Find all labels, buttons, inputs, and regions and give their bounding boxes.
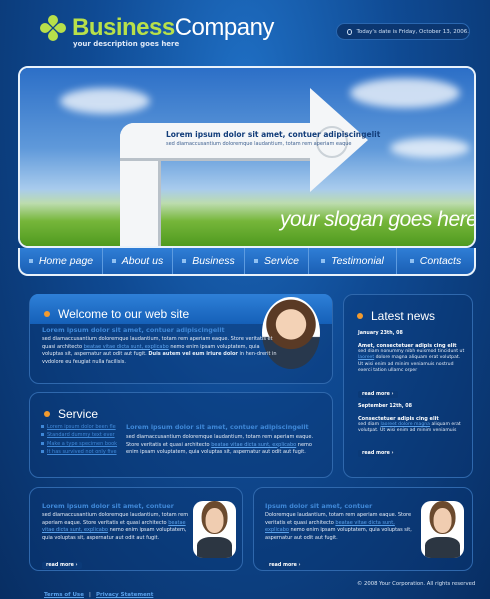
square-bullet-icon (41, 433, 44, 437)
bottom-left-person-image (193, 501, 236, 558)
main-nav: Home page About us Business Service Test… (18, 248, 476, 276)
welcome-lead: Lorem ipsum dolor sit amet, contuer adip… (42, 326, 225, 334)
news-link[interactable]: laoreet dolore magna (381, 422, 430, 427)
news-text2: dolore magna aliquam erat volutpat. Ut w… (358, 355, 461, 373)
bottom-right-lead: Ipsum dolor sit amet, contuer (265, 502, 373, 510)
service-link[interactable]: beatae vitae dicta sunt, explicabo (211, 442, 296, 448)
clock-icon (347, 28, 352, 35)
hero-title: Lorem ipsum dolor sit amet, contuer adip… (166, 130, 381, 139)
bottom-right-text: Doloremque laudantium, totam rem aperiam… (265, 512, 417, 542)
hero-banner: Lorem ipsum dolor sit amet, contuer adip… (18, 66, 476, 248)
hero-subtitle: sed diamaccusantium doloremque laudantiu… (166, 141, 352, 147)
read-more-label: read more (269, 563, 297, 568)
tagline: your description goes here (73, 40, 180, 48)
nav-bullet-icon (28, 259, 33, 263)
service-title: Service (58, 407, 99, 421)
nav-bullet-icon (409, 259, 414, 263)
footer-links: Terms of Use | Privacy Statement (44, 581, 153, 599)
service-list: Lorem ipsum dolor been fle Standard dumm… (41, 423, 121, 457)
news-text: sed diam laoreet dolore magna aliquam er… (358, 422, 466, 435)
welcome-heading: Welcome to our web site (44, 303, 189, 322)
welcome-title: Welcome to our web site (58, 307, 190, 321)
bottom-left-text: sed diamaccusantium doloremque laudantiu… (42, 512, 190, 542)
date-text: Today's date is Friday, October 13, 2006… (356, 28, 470, 35)
orange-bullet-icon (44, 310, 50, 317)
orange-bullet-icon (357, 312, 363, 319)
nav-bullet-icon (253, 259, 258, 263)
nav-label: Home page (38, 255, 94, 267)
read-more-label: read more (362, 392, 390, 398)
news-link[interactable]: laoreet (358, 355, 374, 360)
service-lead: Lorem ipsum dolor sit amet, contuer adip… (126, 423, 309, 431)
service-list-label: Make a type specimen book (47, 440, 118, 447)
service-list-label: Standard dummy text ever (47, 432, 115, 439)
orange-bullet-icon (44, 410, 50, 417)
service-list-label: It has survived not only five (47, 449, 117, 456)
square-bullet-icon (41, 450, 44, 454)
service-text: sed diamaccusantium doloremque laudantiu… (126, 434, 326, 457)
nav-home-page[interactable]: Home page (20, 248, 102, 274)
news-date: September 12th, 08 (358, 404, 412, 409)
privacy-statement-link[interactable]: Privacy Statement (96, 592, 153, 598)
read-more-button[interactable]: read more › (265, 562, 305, 569)
brand-part1: Business (72, 14, 175, 41)
slogan: your slogan goes here (280, 208, 476, 231)
nav-label: About us (121, 255, 164, 267)
nav-label: Business (192, 255, 235, 267)
news-text1: sed diam nonummy nibh euismod tincidunt … (358, 349, 465, 354)
read-more-label: read more (362, 450, 390, 456)
nav-testimonial[interactable]: Testimonial (308, 248, 396, 274)
news-text1: sed diam (358, 422, 380, 427)
bottom-left-lead: Lorem ipsum dolor sit amet, contuer (42, 502, 174, 510)
nav-label: Service (263, 255, 299, 267)
nav-label: Testimonial (331, 255, 384, 267)
service-list-item[interactable]: Standard dummy text ever (41, 431, 121, 439)
service-list-item[interactable]: It has survived not only five (41, 448, 121, 456)
terms-of-use-link[interactable]: Terms of Use (44, 592, 84, 598)
news-heading: Latest news (357, 305, 435, 324)
welcome-text: sed diamaccusantium doloremque laudantiu… (42, 336, 280, 366)
read-more-button[interactable]: read more › (42, 562, 82, 569)
nav-bullet-icon (111, 259, 116, 263)
logo[interactable]: BusinessCompany (37, 12, 274, 44)
bottom-right-person-image (421, 501, 464, 558)
square-bullet-icon (41, 441, 44, 445)
nav-contacts[interactable]: Contacts (396, 248, 474, 274)
service-heading: Service (44, 403, 98, 422)
nav-service[interactable]: Service (244, 248, 308, 274)
nav-label: Contacts (419, 255, 462, 267)
news-item: September 12th, 08 Consectetuer adipis c… (358, 404, 466, 458)
news-title: Latest news (371, 309, 436, 323)
flower-logo-icon (37, 12, 69, 44)
date-badge: Today's date is Friday, October 13, 2006… (336, 23, 470, 40)
footer-separator: | (89, 592, 91, 598)
service-list-label: Lorem ipsum dolor been fle (47, 424, 116, 430)
service-list-item[interactable]: Lorem ipsum dolor been fle (41, 423, 121, 431)
read-more-button[interactable]: read more › (358, 391, 398, 399)
read-more-button[interactable]: read more › (358, 449, 398, 457)
news-text: sed diam nonummy nibh euismod tincidunt … (358, 349, 466, 374)
nav-about-us[interactable]: About us (102, 248, 172, 274)
nav-bullet-icon (321, 259, 326, 263)
copyright: © 2008 Your Corporation. All rights rese… (357, 581, 476, 587)
service-list-item[interactable]: Make a type specimen book (41, 440, 121, 448)
bottom-left-text1: sed diamaccusantium doloremque laudantiu… (42, 512, 189, 526)
brand-name: BusinessCompany (72, 14, 274, 42)
news-item: January 23th, 08 Amet, consectetuer adip… (358, 331, 466, 399)
welcome-bold: Duis autem vel eum iriure dolor (148, 351, 238, 357)
square-bullet-icon (41, 425, 44, 428)
read-more-label: read more (46, 563, 74, 568)
welcome-link[interactable]: beatae vitae dicta sunt, explicabo (84, 344, 169, 350)
news-date: January 23th, 08 (358, 331, 403, 336)
nav-business[interactable]: Business (172, 248, 244, 274)
brand-part2: Company (174, 14, 275, 41)
nav-bullet-icon (182, 259, 187, 263)
